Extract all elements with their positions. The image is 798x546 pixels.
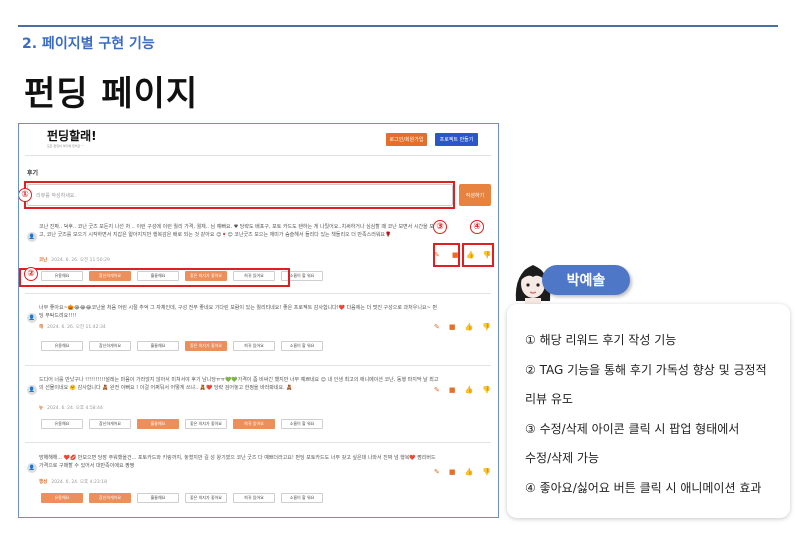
section-label: 2. 페이지별 구현 기능 bbox=[22, 36, 155, 52]
note-line: 리뷰 유도 bbox=[525, 392, 573, 407]
page-heading: 펀딩 페이지 bbox=[24, 74, 199, 114]
reviewer-name: 코난 bbox=[39, 258, 48, 263]
thumbs-down-icon[interactable]: 👎 bbox=[482, 386, 491, 394]
action-icons: ✎ ■ 👍 👎 bbox=[434, 323, 491, 331]
highlight-box-1 bbox=[24, 181, 455, 209]
note-line: 수정/삭제 가능 bbox=[525, 451, 600, 466]
review-tags: 유용해요 참신하게어요 휼륭해요 좋은 의지가 좋아요 희귀 있어요 소름이 할… bbox=[41, 493, 323, 503]
tag-chills[interactable]: 소름이 할 워요 bbox=[281, 341, 323, 351]
create-project-button[interactable]: 프로젝트 만들기 bbox=[435, 133, 478, 146]
tag-useful[interactable]: 유용해요 bbox=[41, 419, 83, 429]
review-divider bbox=[25, 365, 491, 366]
thumbs-up-icon[interactable]: 👍 bbox=[465, 386, 474, 394]
marker-2: ② bbox=[24, 267, 38, 281]
review-date: 2024. 6. 26. 오전 11:42:34 bbox=[47, 325, 106, 330]
review-text: 드디어 너를 만났구나 !!!!!!!!!!설레는 마음이 가라앉지 않아서 미… bbox=[39, 377, 439, 391]
review-meta: 행성 2024. 6. 24. 오후 4:23:18 bbox=[39, 479, 107, 485]
tag-chills[interactable]: 소름이 할 워요 bbox=[281, 493, 323, 503]
note-line: ① 해당 리워드 후기 작성 기능 bbox=[525, 333, 677, 347]
site-logo-subtitle: 모든 펀딩이 여기에 있어요 ㅡ bbox=[47, 144, 84, 148]
persona-name-pill: 박예솔 bbox=[542, 265, 630, 295]
edit-pencil-icon[interactable]: ✎ bbox=[434, 323, 440, 331]
tag-novel[interactable]: 참신하게어요 bbox=[89, 419, 131, 429]
tag-great[interactable]: 휼륭해요 bbox=[137, 341, 179, 351]
reviewer-name: 행성 bbox=[39, 480, 48, 485]
reviewer-avatar: 👤 bbox=[27, 232, 37, 242]
review-date: 2024. 6. 24. 오후 4:58:44 bbox=[47, 406, 103, 411]
review-text: 망해해해... ❤️💋 만모으면 당장 주워했을건... 포토카드와 키링까지,… bbox=[39, 455, 436, 469]
note-line: ③ 수정/삭제 아이콘 클릭 시 팝업 형태에서 bbox=[525, 421, 740, 436]
reviewer-avatar: 👤 bbox=[27, 463, 37, 473]
note-line: ② TAG 기능을 통해 후기 가독성 향상 및 긍정적 bbox=[525, 362, 767, 377]
review-item: 👤 너무 좋아요~🎃😂😂😂코난을 처음 어린 시절 추억 그 자체인데, 구성 … bbox=[27, 304, 493, 364]
review-divider bbox=[25, 293, 491, 294]
submit-review-button[interactable]: 작성하기 bbox=[459, 184, 491, 206]
login-button[interactable]: 로그인/회원가입 bbox=[386, 133, 427, 146]
tag-rare[interactable]: 희귀 있어요 bbox=[233, 341, 275, 351]
review-meta: 해 2024. 6. 26. 오전 11:42:34 bbox=[39, 324, 106, 330]
review-date: 2024. 6. 24. 오후 4:23:18 bbox=[51, 480, 107, 485]
review-item: 👤 망해해해... ❤️💋 만모으면 당장 주워했을건... 포토카드와 키링까… bbox=[27, 454, 493, 514]
thumbs-up-icon[interactable]: 👍 bbox=[465, 323, 474, 331]
thumbs-down-icon[interactable]: 👎 bbox=[482, 323, 491, 331]
review-section-title: 후기 bbox=[27, 170, 39, 177]
funding-page-screenshot: 펀딩할래! 모든 펀딩이 여기에 있어요 ㅡ 로그인/회원가입 프로젝트 만들기… bbox=[18, 123, 499, 518]
review-text: 너무 좋아요~🎃😂😂😂코난을 처음 어린 시절 추억 그 자체인데, 구성 전부… bbox=[39, 305, 437, 319]
tag-novel[interactable]: 참신하게어요 bbox=[89, 493, 131, 503]
tag-great[interactable]: 휼륭해요 bbox=[137, 493, 179, 503]
edit-pencil-icon[interactable]: ✎ bbox=[434, 386, 440, 394]
tag-useful[interactable]: 유용해요 bbox=[41, 493, 83, 503]
marker-1: ① bbox=[19, 188, 32, 202]
reviewer-name: 뉴 bbox=[39, 406, 44, 411]
review-divider bbox=[25, 442, 491, 443]
action-icons: ✎ ■ 👍 👎 bbox=[434, 386, 491, 394]
reviewer-name: 해 bbox=[39, 325, 44, 330]
tag-rare[interactable]: 희귀 있어요 bbox=[233, 419, 275, 429]
highlight-box-4 bbox=[462, 243, 494, 267]
header-divider bbox=[25, 155, 491, 156]
action-icons: ✎ ■ 👍 👎 bbox=[434, 468, 491, 476]
feature-notes-card: ① 해당 리워드 후기 작성 기능 ② TAG 기능을 통해 후기 가독성 향상… bbox=[507, 304, 790, 518]
review-meta: 뉴 2024. 6. 24. 오후 4:58:44 bbox=[39, 405, 103, 411]
reviewer-avatar: 👤 bbox=[27, 385, 37, 395]
tag-good-will[interactable]: 좋은 의지가 좋아요 bbox=[185, 493, 227, 503]
thumbs-down-icon[interactable]: 👎 bbox=[482, 468, 491, 476]
review-meta: 코난 2024. 6. 26. 오전 11:50:29 bbox=[39, 257, 110, 263]
tag-great[interactable]: 휼륭해요 bbox=[137, 419, 179, 429]
tag-good-will[interactable]: 좋은 의지가 좋아요 bbox=[185, 341, 227, 351]
marker-3: ③ bbox=[433, 220, 447, 234]
delete-trash-icon[interactable]: ■ bbox=[449, 386, 456, 394]
note-line: ④ 좋아요/싫어요 버튼 클릭 시 애니메이션 효과 bbox=[525, 480, 762, 495]
review-tags: 유용해요 참신하게어요 휼륭해요 좋은 의지가 좋아요 희귀 있어요 소름이 할… bbox=[41, 419, 323, 429]
highlight-box-3 bbox=[433, 243, 460, 267]
review-tags: 유용해요 참신하게어요 휼륭해요 좋은 의지가 좋아요 희귀 있어요 소름이 할… bbox=[41, 341, 323, 351]
review-date: 2024. 6. 26. 오전 11:50:29 bbox=[51, 258, 110, 263]
site-logo[interactable]: 펀딩할래! bbox=[47, 130, 97, 142]
review-item: 👤 드디어 너를 만났구나 !!!!!!!!!!설레는 마음이 가라앉지 않아서… bbox=[27, 376, 493, 440]
delete-trash-icon[interactable]: ■ bbox=[449, 468, 456, 476]
edit-pencil-icon[interactable]: ✎ bbox=[434, 468, 440, 476]
tag-useful[interactable]: 유용해요 bbox=[41, 341, 83, 351]
delete-trash-icon[interactable]: ■ bbox=[449, 323, 456, 331]
top-divider bbox=[18, 25, 778, 27]
marker-4: ④ bbox=[470, 220, 484, 234]
tag-good-will[interactable]: 좋은 의지가 좋아요 bbox=[185, 419, 227, 429]
thumbs-up-icon[interactable]: 👍 bbox=[465, 468, 474, 476]
tag-novel[interactable]: 참신하게어요 bbox=[89, 341, 131, 351]
tag-chills[interactable]: 소름이 할 워요 bbox=[281, 419, 323, 429]
review-text: 코난 진짜.. 덕후.. 코난 굿즈 모든지 나선 처 .. 이런 구성에 이런… bbox=[39, 224, 439, 238]
reviewer-avatar: 👤 bbox=[27, 313, 37, 323]
highlight-box-2 bbox=[19, 268, 290, 287]
tag-rare[interactable]: 희귀 있어요 bbox=[233, 493, 275, 503]
